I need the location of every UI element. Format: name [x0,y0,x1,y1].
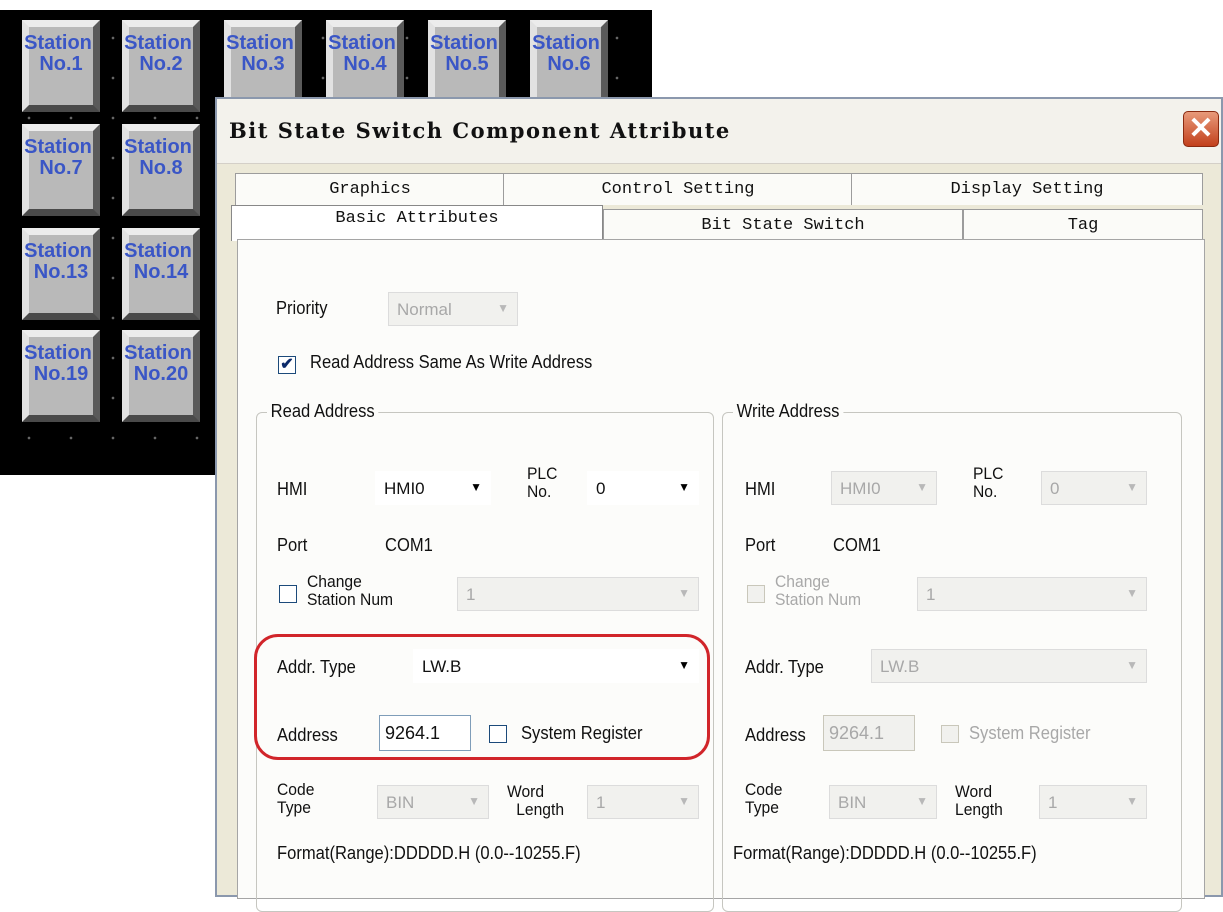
read-addr-type-label: Addr. Type [277,657,356,677]
write-address-label: Address [745,725,806,745]
chevron-down-icon: ▼ [470,480,482,494]
write-system-register-checkbox[interactable] [941,725,959,743]
write-addr-type-label: Addr. Type [745,657,824,677]
write-hmi-select[interactable]: HMI0 ▼ [831,471,937,505]
station-button[interactable]: Station No.2 [122,20,200,112]
write-station-num-select[interactable]: 1 ▼ [917,577,1147,611]
chevron-down-icon: ▼ [678,586,690,600]
chevron-down-icon: ▼ [916,480,928,494]
chevron-down-icon: ▼ [916,794,928,808]
read-word-length-label: Word Length [507,782,565,819]
station-button[interactable]: Station No.14 [122,228,200,320]
write-word-length-label: Word Length [955,782,1003,819]
chevron-down-icon: ▼ [1126,794,1138,808]
station-button[interactable]: Station No.1 [22,20,100,112]
tab-bit-state-switch[interactable]: Bit State Switch [603,209,963,241]
tab-basic-attributes[interactable]: Basic Attributes [231,205,603,241]
priority-label: Priority [276,298,328,318]
tab-graphics[interactable]: Graphics [235,173,505,205]
read-code-type-label: Code Type [277,780,315,817]
chevron-down-icon: ▼ [497,301,509,315]
read-address-input[interactable]: 9264.1 [379,715,471,751]
read-code-type-select[interactable]: BIN ▼ [377,785,489,819]
write-system-register-label: System Register [969,723,1091,743]
read-word-length-select[interactable]: 1 ▼ [587,785,699,819]
tab-control-setting[interactable]: Control Setting [503,173,853,205]
read-address-group: Read Address HMI HMI0 ▼ PLC No. 0 ▼ Port … [256,401,714,912]
read-port-value: COM1 [385,535,433,555]
station-button[interactable]: Station No.8 [122,124,200,216]
checkmark-icon: ✔ [280,356,294,373]
dialog-titlebar[interactable]: Bit State Switch Component Attribute ✕ [217,99,1221,164]
read-hmi-select[interactable]: HMI0 ▼ [375,471,491,505]
read-plc-label: PLC No. [527,464,558,501]
write-port-value: COM1 [833,535,881,555]
write-code-type-label: Code Type [745,780,783,817]
write-address-input[interactable]: 9264.1 [823,715,915,751]
write-address-title: Write Address [733,401,844,422]
write-change-station-checkbox[interactable] [747,585,765,603]
chevron-down-icon: ▼ [468,794,480,808]
write-plc-label: PLC No. [973,464,1004,501]
station-button[interactable]: Station No.7 [22,124,100,216]
chevron-down-icon: ▼ [678,794,690,808]
read-plc-select[interactable]: 0 ▼ [587,471,699,505]
write-addr-type-select[interactable]: LW.B ▼ [871,649,1147,683]
read-address-label: Address [277,725,338,745]
dialog-title: Bit State Switch Component Attribute [229,118,731,143]
read-change-station-label: Change Station Num [307,572,394,609]
write-hmi-label: HMI [745,479,776,499]
write-format-range: Format(Range):DDDDD.H (0.0--10255.F) [733,843,1037,863]
read-change-station-checkbox[interactable] [279,585,297,603]
chevron-down-icon: ▼ [678,480,690,494]
close-button[interactable]: ✕ [1183,111,1219,147]
tab-display-setting[interactable]: Display Setting [851,173,1203,205]
read-system-register-label: System Register [521,723,643,743]
same-address-label: Read Address Same As Write Address [310,352,593,372]
read-station-num-select[interactable]: 1 ▼ [457,577,699,611]
read-addr-type-select[interactable]: LW.B ▼ [413,649,699,683]
write-port-label: Port [745,535,776,555]
tab-tag[interactable]: Tag [963,209,1203,241]
priority-select[interactable]: Normal ▼ [388,292,518,326]
attribute-dialog: Bit State Switch Component Attribute ✕ G… [215,97,1223,912]
chevron-down-icon: ▼ [678,658,690,672]
read-system-register-checkbox[interactable] [489,725,507,743]
read-port-label: Port [277,535,308,555]
chevron-down-icon: ▼ [1126,586,1138,600]
station-button[interactable]: Station No.19 [22,330,100,422]
read-address-title: Read Address [267,401,379,422]
basic-attributes-panel: Priority Normal ▼ ✔ Read Address Same As… [237,239,1205,912]
write-code-type-select[interactable]: BIN ▼ [829,785,937,819]
chevron-down-icon: ▼ [1126,658,1138,672]
write-word-length-select[interactable]: 1 ▼ [1039,785,1147,819]
read-format-range: Format(Range):DDDDD.H (0.0--10255.F) [277,843,581,863]
write-change-station-label: Change Station Num [775,572,862,609]
write-address-group: Write Address HMI HMI0 ▼ PLC No. 0 ▼ Port… [722,401,1182,912]
same-address-checkbox[interactable]: ✔ [278,356,296,374]
chevron-down-icon: ▼ [1126,480,1138,494]
close-icon: ✕ [1188,112,1214,145]
write-plc-select[interactable]: 0 ▼ [1041,471,1147,505]
station-button[interactable]: Station No.20 [122,330,200,422]
station-button[interactable]: Station No.13 [22,228,100,320]
read-hmi-label: HMI [277,479,308,499]
